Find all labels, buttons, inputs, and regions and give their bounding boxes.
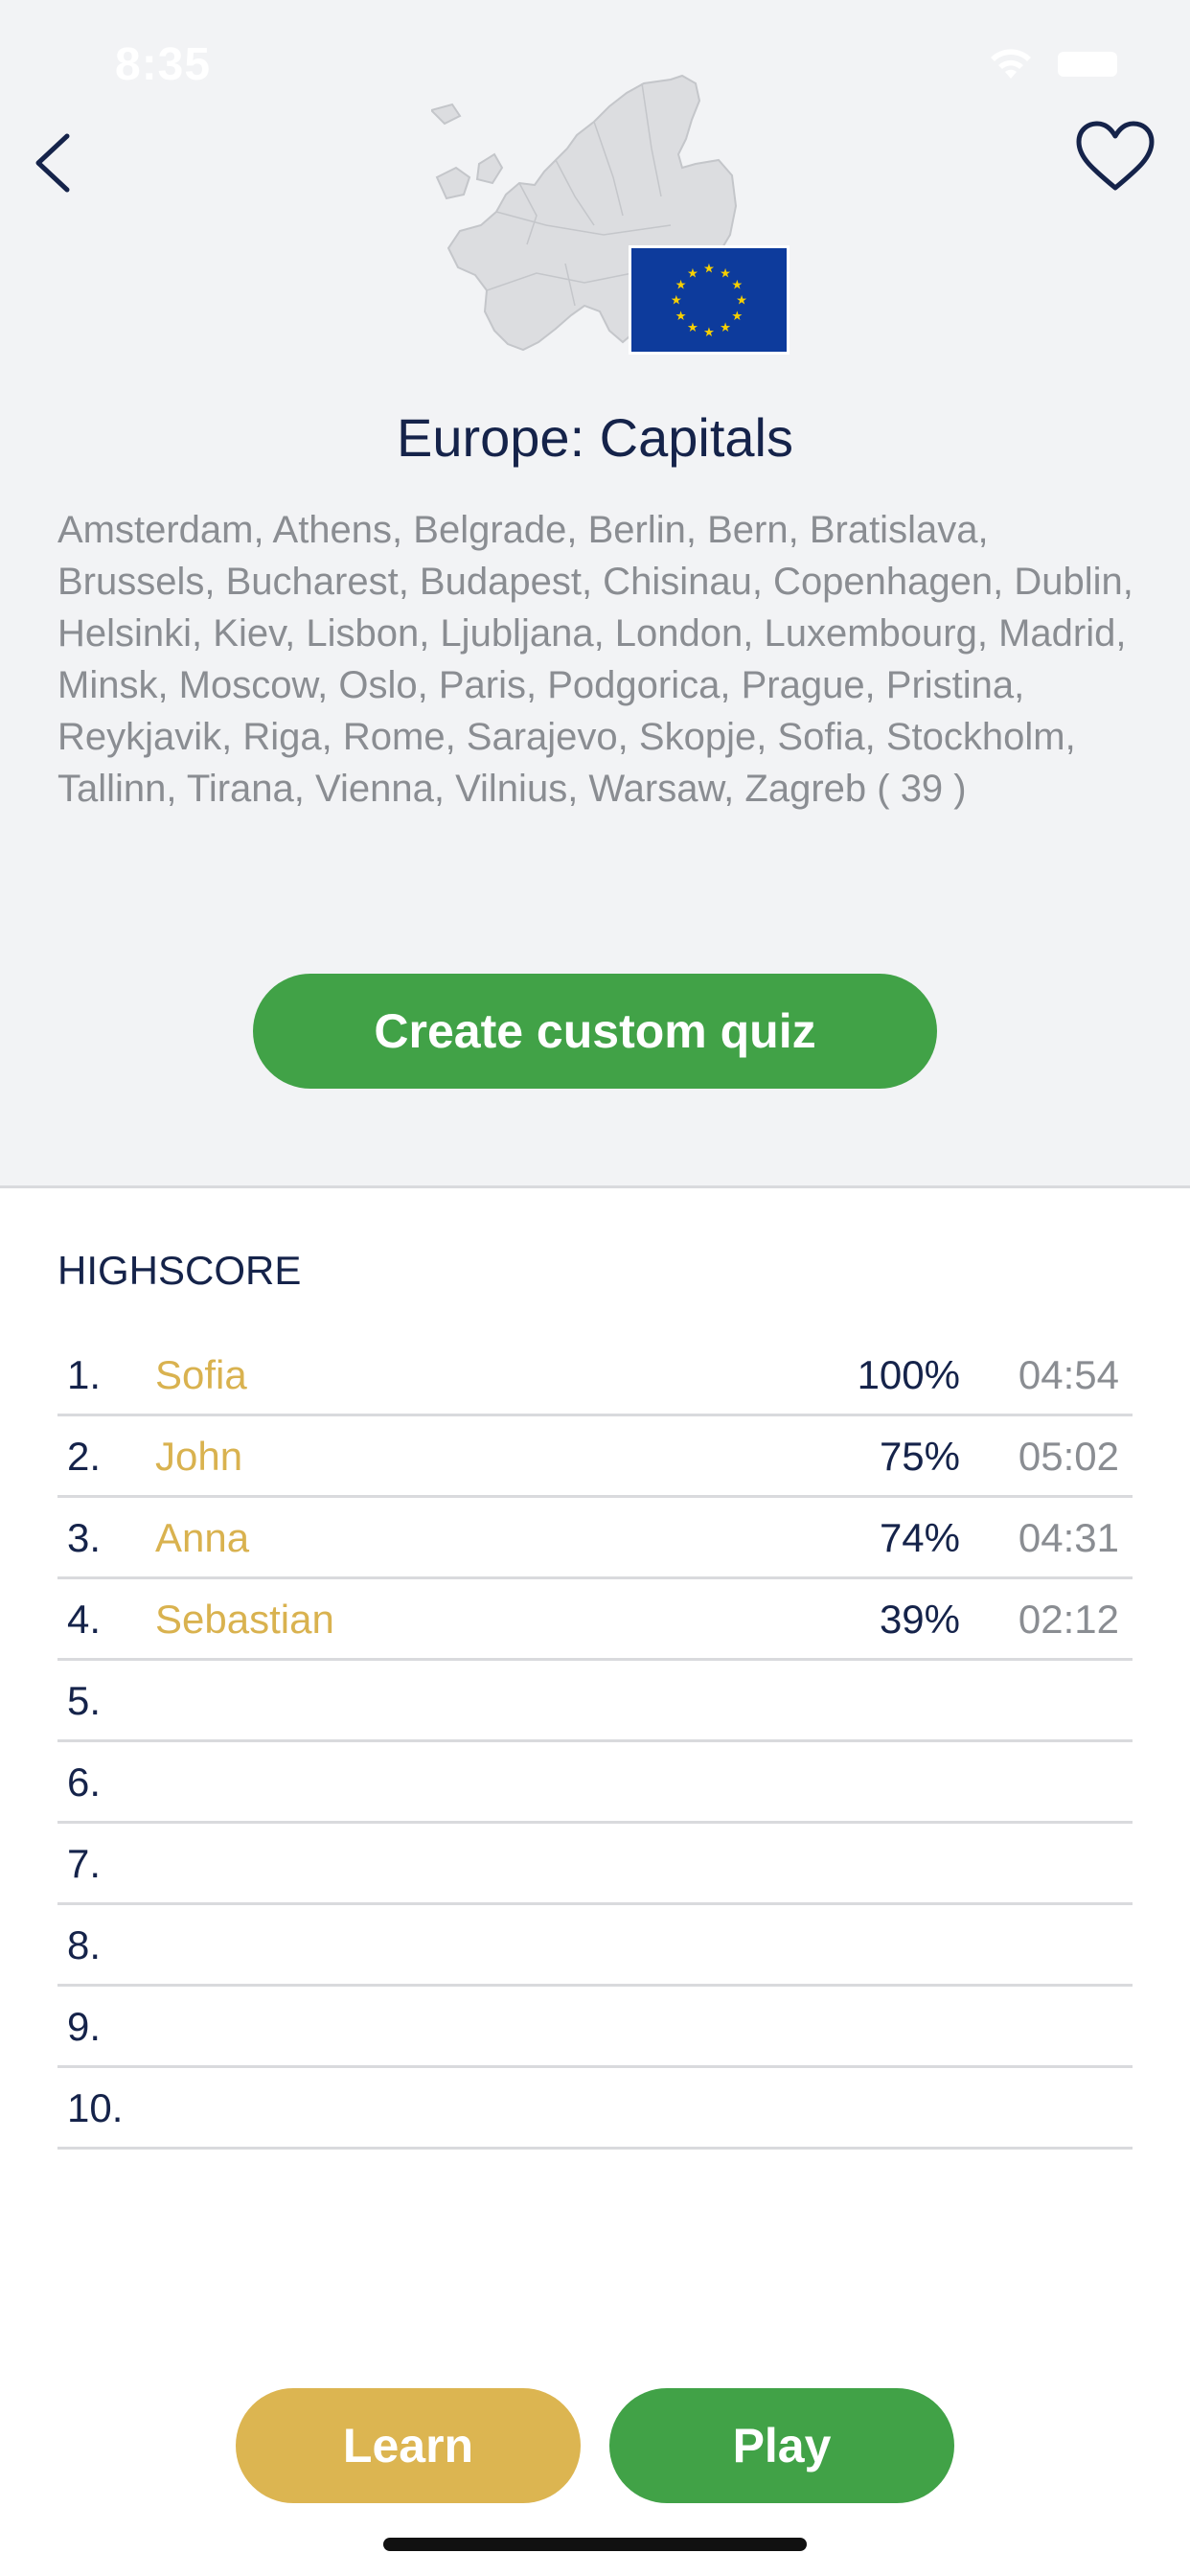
rank-label: 8. (67, 1922, 102, 1967)
svg-text:★: ★ (675, 310, 687, 324)
rank-label: 5. (67, 1678, 102, 1723)
score-time: 04:54 (1018, 1352, 1119, 1397)
score-time: 05:02 (1018, 1434, 1119, 1479)
status-time: 8:35 (115, 39, 212, 90)
learn-button[interactable]: Learn (236, 2388, 581, 2503)
rank-label: 2. (67, 1434, 102, 1479)
rank-label: 9. (67, 2004, 102, 2049)
table-row: 9. (57, 1987, 1133, 2068)
svg-text:★: ★ (720, 266, 731, 281)
header-section: 8:35 ★ ★ ★ ★ ★ ★ ★ ★ ★ ★ ★ ★ Europe: Cap… (0, 0, 1190, 1188)
highscore-heading: HIGHSCORE (57, 1248, 302, 1293)
wifi-icon (991, 49, 1031, 79)
highscore-table: 1. Sofia 100% 04:54 2. John 75% 05:02 3.… (57, 1335, 1133, 2150)
battery-icon (1058, 52, 1117, 77)
player-name: Sebastian (155, 1597, 334, 1642)
svg-text:★: ★ (703, 326, 715, 340)
page-title: Europe: Capitals (396, 407, 793, 468)
table-row: 6. (57, 1742, 1133, 1824)
back-button[interactable] (27, 125, 84, 201)
svg-text:★: ★ (687, 266, 698, 281)
score-percent: 100% (857, 1352, 960, 1397)
favorite-button[interactable] (1073, 119, 1157, 196)
rank-label: 10. (67, 2085, 124, 2130)
player-name: Anna (155, 1515, 250, 1560)
svg-text:★: ★ (731, 279, 743, 293)
player-name: Sofia (155, 1352, 247, 1397)
eu-flag-icon: ★ ★ ★ ★ ★ ★ ★ ★ ★ ★ ★ ★ (629, 245, 790, 355)
svg-text:★: ★ (703, 263, 715, 277)
score-percent: 75% (879, 1434, 960, 1479)
score-percent: 39% (879, 1597, 960, 1642)
svg-text:★: ★ (687, 321, 698, 335)
table-row: 5. (57, 1661, 1133, 1742)
rank-label: 6. (67, 1760, 102, 1805)
score-time: 02:12 (1018, 1597, 1119, 1642)
table-row: 4. Sebastian 39% 02:12 (57, 1579, 1133, 1661)
player-name: John (155, 1434, 243, 1479)
heart-icon (1076, 121, 1155, 191)
rank-label: 4. (67, 1597, 102, 1642)
score-time: 04:31 (1018, 1515, 1119, 1560)
home-indicator[interactable] (383, 2538, 807, 2551)
table-row: 3. Anna 74% 04:31 (57, 1498, 1133, 1579)
capitals-list: Amsterdam, Athens, Belgrade, Berlin, Ber… (57, 509, 1133, 810)
svg-text:★: ★ (736, 294, 747, 309)
table-row: 7. (57, 1824, 1133, 1905)
svg-text:★: ★ (671, 294, 682, 309)
rank-label: 7. (67, 1841, 102, 1886)
create-custom-quiz-button[interactable]: Create custom quiz (253, 974, 937, 1089)
play-button[interactable]: Play (609, 2388, 954, 2503)
table-row: 2. John 75% 05:02 (57, 1416, 1133, 1498)
svg-text:★: ★ (675, 279, 687, 293)
rank-label: 3. (67, 1515, 102, 1560)
table-row: 8. (57, 1905, 1133, 1987)
score-percent: 74% (879, 1515, 960, 1560)
svg-text:★: ★ (731, 310, 743, 324)
rank-label: 1. (67, 1352, 102, 1397)
svg-text:★: ★ (720, 321, 731, 335)
chevron-left-icon (35, 133, 70, 193)
table-row: 10. (57, 2068, 1133, 2150)
table-row: 1. Sofia 100% 04:54 (57, 1335, 1133, 1416)
